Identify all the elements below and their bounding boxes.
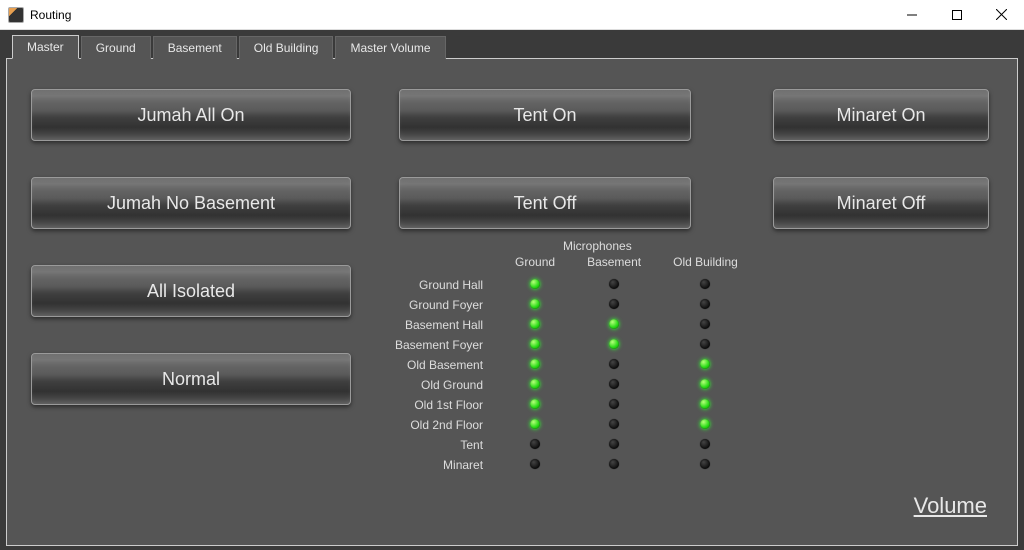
led-off-icon	[609, 439, 619, 449]
matrix-cell[interactable]	[571, 415, 657, 435]
normal-button[interactable]: Normal	[31, 353, 351, 405]
matrix-row-label: Tent	[395, 435, 499, 455]
matrix-row-label: Ground Hall	[395, 275, 499, 295]
led-off-icon	[609, 399, 619, 409]
matrix-cell[interactable]	[499, 375, 571, 395]
matrix-cell[interactable]	[657, 275, 754, 295]
led-off-icon	[609, 359, 619, 369]
led-off-icon	[530, 459, 540, 469]
volume-link[interactable]: Volume	[914, 493, 987, 519]
led-on-icon	[609, 339, 619, 349]
jumah-all-on-button[interactable]: Jumah All On	[31, 89, 351, 141]
matrix-cell[interactable]	[499, 355, 571, 375]
matrix-cell[interactable]	[657, 295, 754, 315]
matrix-cell[interactable]	[571, 315, 657, 335]
window-titlebar: Routing	[0, 0, 1024, 30]
app-body: MasterGroundBasementOld BuildingMaster V…	[0, 30, 1024, 550]
minimize-button[interactable]	[889, 0, 934, 30]
led-off-icon	[530, 439, 540, 449]
matrix-row-label: Basement Hall	[395, 315, 499, 335]
led-off-icon	[700, 279, 710, 289]
tab-master-volume[interactable]: Master Volume	[335, 36, 445, 59]
led-on-icon	[530, 399, 540, 409]
maximize-button[interactable]	[934, 0, 979, 30]
matrix-cell[interactable]	[571, 295, 657, 315]
matrix-cell[interactable]	[657, 435, 754, 455]
matrix-cell[interactable]	[499, 275, 571, 295]
matrix-cell[interactable]	[499, 415, 571, 435]
led-off-icon	[700, 459, 710, 469]
led-off-icon	[609, 419, 619, 429]
led-off-icon	[700, 319, 710, 329]
matrix-cell[interactable]	[657, 355, 754, 375]
led-off-icon	[700, 299, 710, 309]
led-on-icon	[530, 319, 540, 329]
minaret-off-button[interactable]: Minaret Off	[773, 177, 989, 229]
matrix-cell[interactable]	[657, 315, 754, 335]
matrix-cell[interactable]	[499, 335, 571, 355]
tab-ground[interactable]: Ground	[81, 36, 151, 59]
led-on-icon	[700, 419, 710, 429]
led-on-icon	[530, 359, 540, 369]
tab-basement[interactable]: Basement	[153, 36, 237, 59]
matrix-col-header: Ground	[499, 253, 571, 275]
tab-old-building[interactable]: Old Building	[239, 36, 334, 59]
close-button[interactable]	[979, 0, 1024, 30]
matrix-row-label: Ground Foyer	[395, 295, 499, 315]
matrix-row-label: Basement Foyer	[395, 335, 499, 355]
matrix-cell[interactable]	[499, 395, 571, 415]
matrix-row-label: Old Ground	[395, 375, 499, 395]
led-on-icon	[530, 379, 540, 389]
tab-master[interactable]: Master	[12, 35, 79, 59]
matrix-cell[interactable]	[571, 275, 657, 295]
led-on-icon	[700, 399, 710, 409]
matrix-col-header: Old Building	[657, 253, 754, 275]
matrix-cell[interactable]	[571, 395, 657, 415]
matrix-cell[interactable]	[499, 435, 571, 455]
tent-on-button[interactable]: Tent On	[399, 89, 691, 141]
matrix-cell[interactable]	[657, 415, 754, 435]
routing-matrix: Microphones GroundBasementOld Building Gr…	[395, 239, 754, 475]
tab-content-master: Jumah All On Jumah No Basement All Isola…	[6, 58, 1018, 546]
led-off-icon	[609, 279, 619, 289]
matrix-cell[interactable]	[571, 435, 657, 455]
matrix-cell[interactable]	[499, 315, 571, 335]
matrix-row-label: Old 2nd Floor	[395, 415, 499, 435]
tent-off-button[interactable]: Tent Off	[399, 177, 691, 229]
matrix-row-label: Minaret	[395, 455, 499, 475]
matrix-cell[interactable]	[657, 375, 754, 395]
matrix-cell[interactable]	[571, 355, 657, 375]
matrix-cell[interactable]	[499, 455, 571, 475]
jumah-no-basement-button[interactable]: Jumah No Basement	[31, 177, 351, 229]
matrix-cell[interactable]	[657, 455, 754, 475]
all-isolated-button[interactable]: All Isolated	[31, 265, 351, 317]
matrix-cell[interactable]	[571, 375, 657, 395]
matrix-cell[interactable]	[499, 295, 571, 315]
matrix-group-header: Microphones	[563, 239, 632, 253]
matrix-row-label: Old Basement	[395, 355, 499, 375]
led-on-icon	[530, 419, 540, 429]
matrix-cell[interactable]	[571, 455, 657, 475]
led-on-icon	[530, 339, 540, 349]
matrix-row-label: Old 1st Floor	[395, 395, 499, 415]
led-off-icon	[609, 379, 619, 389]
led-off-icon	[609, 459, 619, 469]
led-off-icon	[700, 339, 710, 349]
window-title: Routing	[30, 8, 71, 22]
led-off-icon	[700, 439, 710, 449]
matrix-cell[interactable]	[571, 335, 657, 355]
led-on-icon	[609, 319, 619, 329]
led-on-icon	[530, 279, 540, 289]
led-off-icon	[609, 299, 619, 309]
matrix-cell[interactable]	[657, 335, 754, 355]
matrix-cell[interactable]	[657, 395, 754, 415]
minaret-on-button[interactable]: Minaret On	[773, 89, 989, 141]
led-on-icon	[530, 299, 540, 309]
led-on-icon	[700, 359, 710, 369]
app-icon	[8, 7, 24, 23]
matrix-col-header: Basement	[571, 253, 657, 275]
tab-strip: MasterGroundBasementOld BuildingMaster V…	[6, 35, 1018, 59]
led-on-icon	[700, 379, 710, 389]
